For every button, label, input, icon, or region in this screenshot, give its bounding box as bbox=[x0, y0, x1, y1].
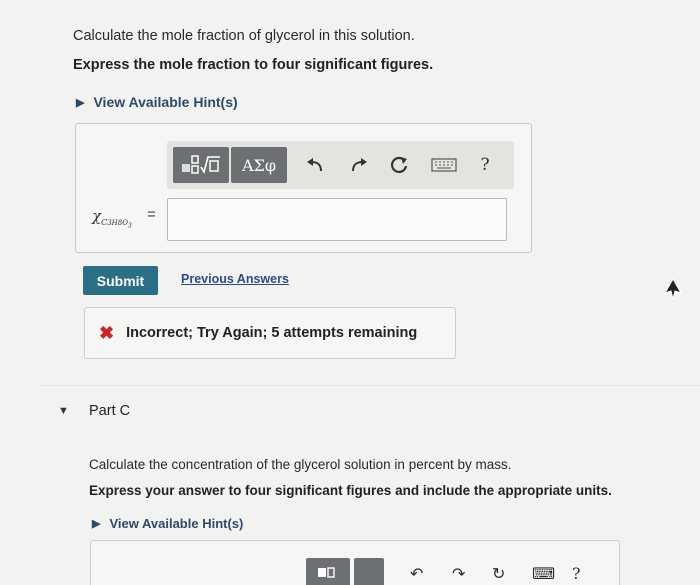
feedback-box: ✖ Incorrect; Try Again; 5 attempts remai… bbox=[84, 307, 456, 359]
templates-button[interactable] bbox=[173, 147, 229, 183]
collapse-triangle-icon[interactable]: ▼ bbox=[58, 405, 69, 417]
part-c-instruction: Express your answer to four significant … bbox=[89, 483, 612, 498]
submit-button[interactable]: Submit bbox=[83, 266, 158, 295]
redo-icon[interactable]: ↷ bbox=[452, 564, 465, 584]
undo-icon[interactable]: ↶ bbox=[410, 564, 423, 584]
equals-sign: = bbox=[147, 206, 156, 223]
part-c-templates-button[interactable] bbox=[306, 558, 350, 585]
greek-symbols-button[interactable]: ΑΣφ bbox=[231, 147, 287, 183]
view-hints-label: View Available Hint(s) bbox=[93, 94, 238, 110]
templates-icon bbox=[182, 155, 220, 175]
help-icon[interactable]: ? bbox=[473, 153, 497, 177]
section-divider bbox=[40, 385, 700, 386]
view-hints-link[interactable]: ▶ View Available Hint(s) bbox=[76, 94, 238, 110]
previous-answers-link[interactable]: Previous Answers bbox=[181, 272, 289, 286]
reset-icon[interactable]: ↻ bbox=[492, 564, 505, 584]
expand-triangle-icon: ▶ bbox=[76, 96, 85, 109]
part-c-title[interactable]: Part C bbox=[89, 403, 130, 419]
x-icon: ✖ bbox=[99, 322, 115, 343]
expand-triangle-icon: ▶ bbox=[92, 518, 101, 530]
redo-icon[interactable] bbox=[347, 153, 371, 177]
part-c-units-button[interactable] bbox=[354, 558, 384, 585]
part-c-view-hints-link[interactable]: ▶ View Available Hint(s) bbox=[92, 516, 243, 531]
keyboard-icon[interactable]: ⌨ bbox=[532, 564, 555, 584]
mouse-cursor-icon bbox=[664, 278, 682, 300]
variable-label: χC3H8O3 bbox=[92, 207, 132, 230]
part-c-view-hints-label: View Available Hint(s) bbox=[109, 516, 244, 531]
feedback-message: Incorrect; Try Again; 5 attempts remaini… bbox=[126, 325, 418, 341]
help-icon[interactable]: ? bbox=[572, 564, 581, 583]
question-text: Calculate the mole fraction of glycerol … bbox=[73, 28, 415, 44]
templates-icon bbox=[318, 567, 335, 578]
undo-icon[interactable] bbox=[303, 153, 327, 177]
keyboard-icon[interactable] bbox=[429, 153, 459, 177]
variable-subscript: C3H8O3 bbox=[101, 218, 132, 230]
question-instruction: Express the mole fraction to four signif… bbox=[73, 57, 434, 73]
reset-icon[interactable] bbox=[387, 153, 411, 177]
answer-input[interactable] bbox=[167, 198, 507, 241]
part-c-toolbar: ↶ ↷ ↻ ⌨ ? bbox=[292, 556, 622, 585]
part-c-question: Calculate the concentration of the glyce… bbox=[89, 457, 512, 472]
math-toolbar: ΑΣφ ? bbox=[167, 141, 514, 189]
